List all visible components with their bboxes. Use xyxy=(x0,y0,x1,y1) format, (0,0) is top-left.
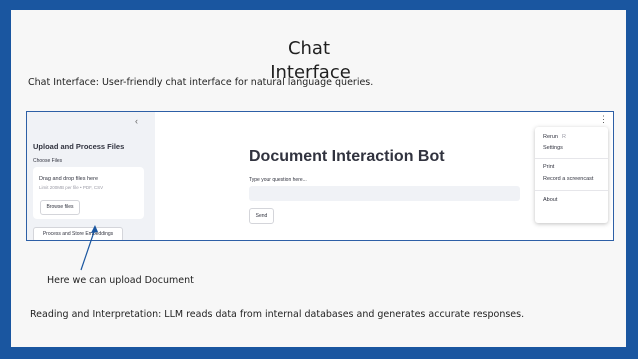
annotation-arrow xyxy=(80,225,98,271)
caption-upload-document: Here we can upload Document xyxy=(47,275,194,286)
slide: Chat Interface Chat Interface: User-frie… xyxy=(11,10,626,347)
caption-reading-interpretation: Reading and Interpretation: LLM reads da… xyxy=(30,309,525,320)
